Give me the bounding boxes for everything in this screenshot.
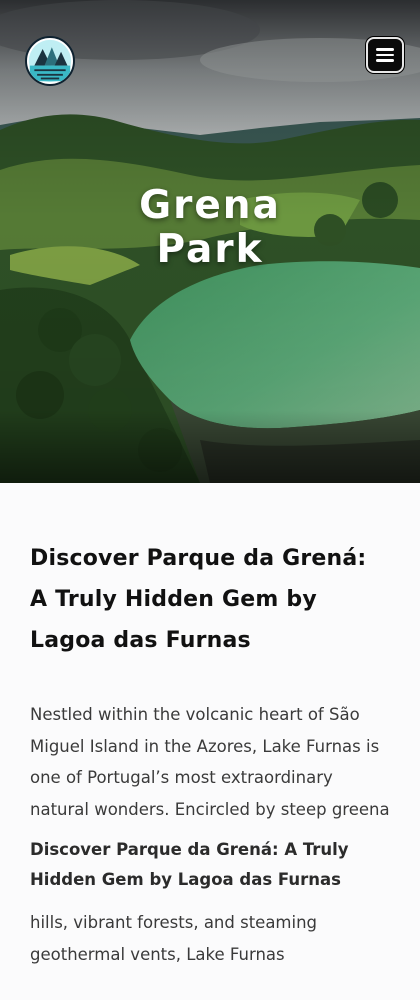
hamburger-menu-icon [376, 48, 394, 62]
site-logo[interactable] [25, 36, 75, 86]
article-content: Discover Parque da Grená: A Truly Hidden… [0, 538, 420, 970]
article-heading: Discover Parque da Grená: A Truly Hidden… [30, 546, 367, 653]
hero-title-line1: Grena [139, 183, 281, 228]
hero-section: Grena Park [0, 0, 420, 483]
article-paragraph-2: hills, vibrant forests, and steaming geo… [30, 913, 318, 964]
hero-title-line2: Park [156, 227, 264, 272]
menu-button[interactable] [366, 37, 404, 73]
article-paragraph-1: Nestled within the volcanic heart of São… [30, 705, 390, 819]
article-subheading: Discover Parque da Grená: A Truly Hidden… [30, 840, 349, 889]
hero-title: Grena Park [0, 184, 420, 272]
mountain-lake-logo-icon [28, 39, 72, 83]
